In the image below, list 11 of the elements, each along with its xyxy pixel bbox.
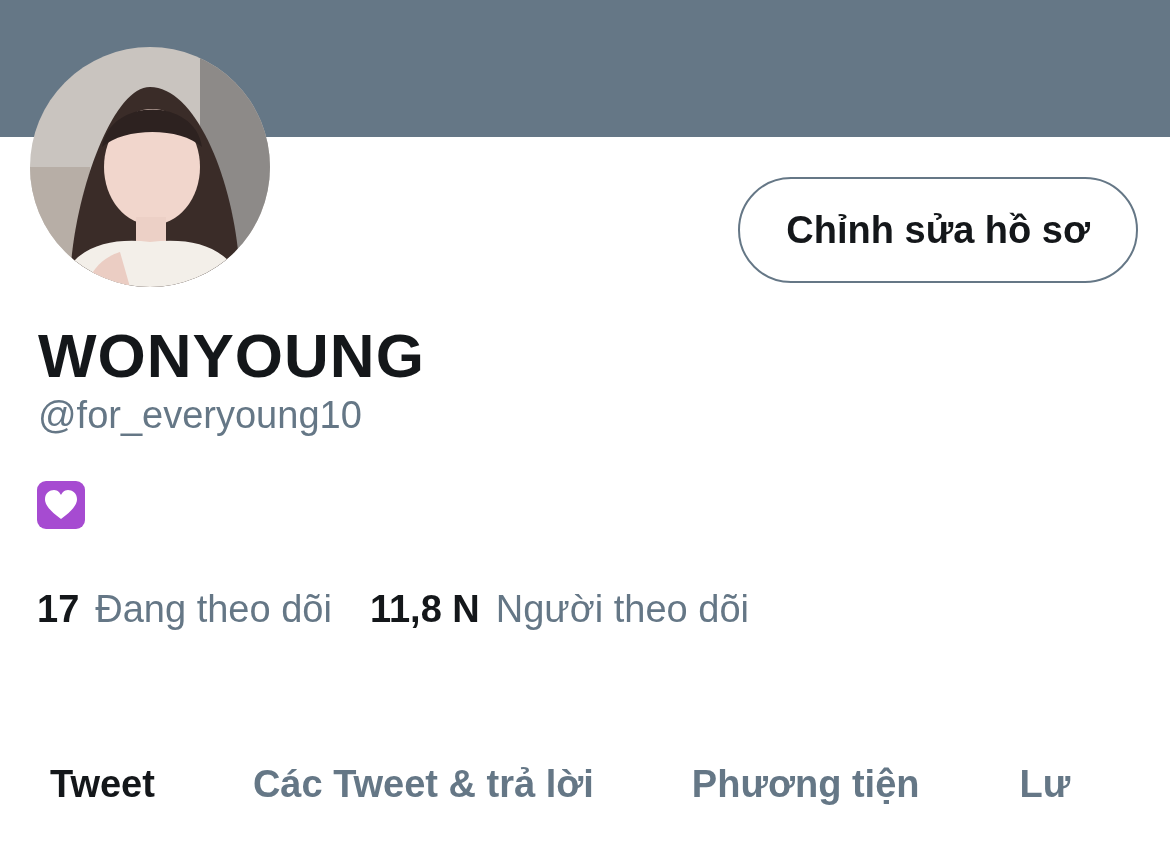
stat-count: 11,8 N [369, 586, 480, 632]
display-name: WONYOUNG [38, 325, 426, 387]
username: @for_everyoung10 [38, 395, 363, 437]
profile-tab[interactable]: Các Tweet & trả lời [252, 755, 594, 813]
profile-tab[interactable]: Lư [1019, 755, 1071, 813]
edit-profile-button[interactable]: Chỉnh sửa hồ sơ [738, 177, 1138, 283]
stat-count: 17 [37, 586, 80, 632]
stat-label[interactable]: Người theo dõi [495, 580, 749, 638]
profile-tab[interactable]: Phương tiện [691, 755, 920, 813]
profile-tab[interactable]: Tweet [50, 755, 155, 813]
stat-label[interactable]: Đang theo dõi [95, 580, 332, 638]
